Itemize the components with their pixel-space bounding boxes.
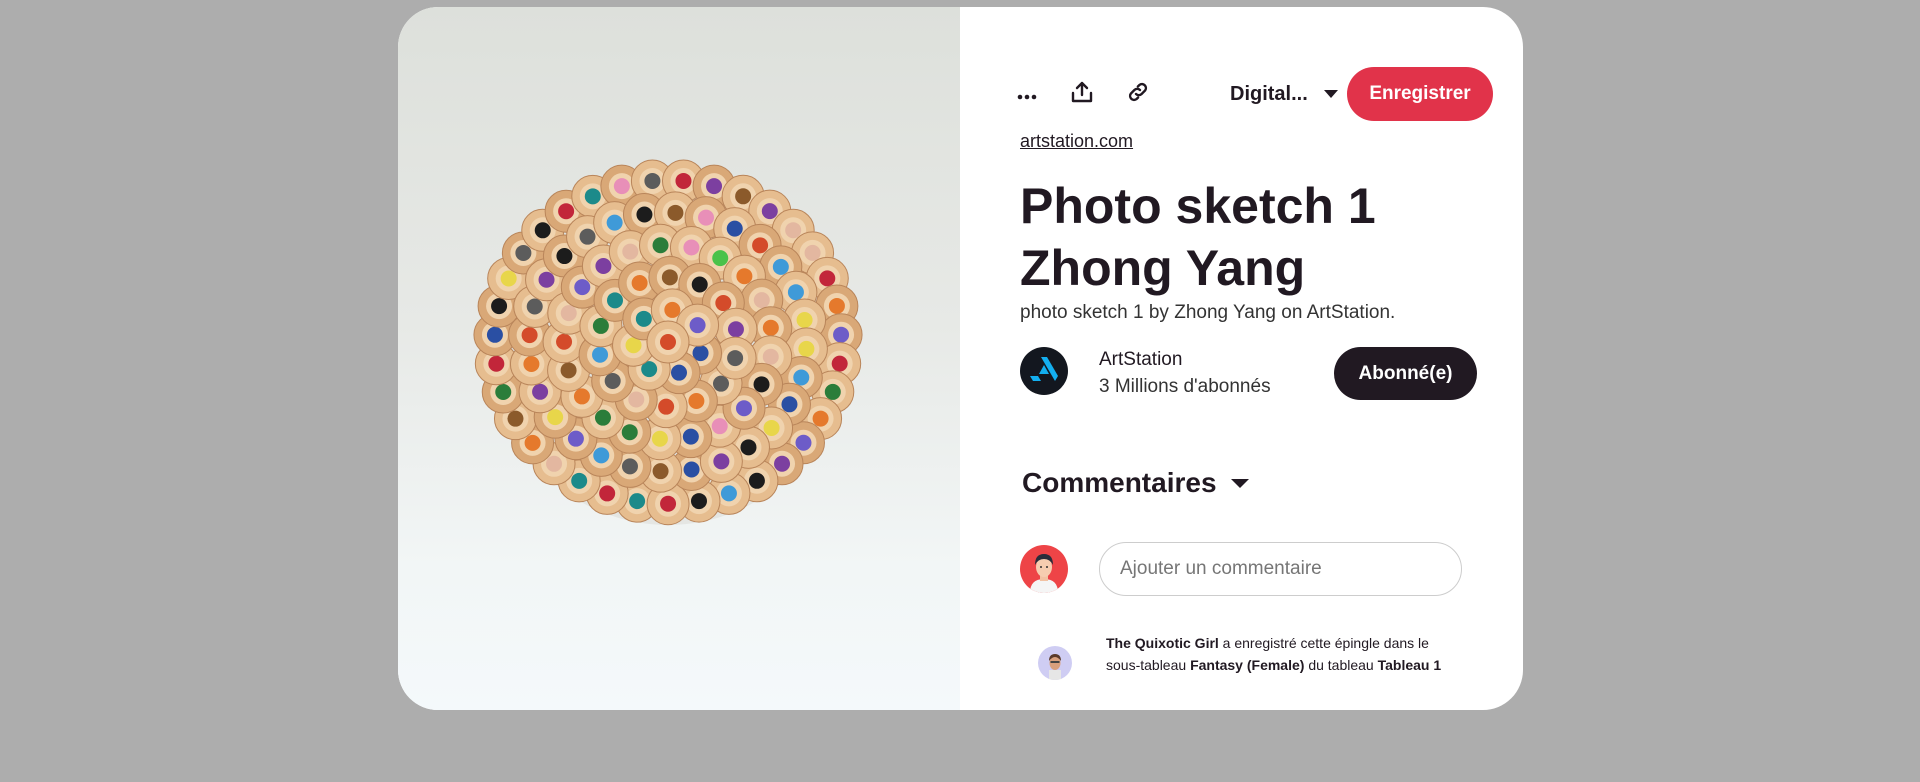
activity-subboard-link[interactable]: Fantasy (Female) xyxy=(1190,657,1304,673)
pin-image[interactable] xyxy=(398,7,960,710)
creator-row: ArtStation 3 Millions d'abonnés Abonné(e… xyxy=(1020,347,1483,400)
copy-link-button[interactable] xyxy=(1114,70,1162,118)
chevron-down-icon xyxy=(1230,478,1249,488)
pencils-photo xyxy=(473,159,863,526)
pin-description: photo sketch 1 by Zhong Yang on ArtStati… xyxy=(1020,302,1396,323)
source-link[interactable]: artstation.com xyxy=(1020,131,1133,152)
creator-followers-count: 3 Millions d'abonnés xyxy=(1099,376,1271,397)
activity-text-part-2: du tableau xyxy=(1304,657,1378,673)
add-comment-row xyxy=(1020,542,1483,596)
artstation-logo-icon xyxy=(1029,356,1059,386)
follow-button[interactable]: Abonné(e) xyxy=(1334,347,1477,400)
avatar[interactable] xyxy=(1038,646,1072,680)
pin-details-panel: Digital... Enregistrer artstation.com Ph… xyxy=(960,7,1523,710)
more-options-button[interactable] xyxy=(1003,70,1051,118)
pencil xyxy=(646,320,690,364)
comments-toggle[interactable]: Commentaires xyxy=(1022,467,1249,499)
chevron-down-icon xyxy=(1323,90,1338,98)
comments-title: Commentaires xyxy=(1022,467,1217,498)
creator-name[interactable]: ArtStation xyxy=(1099,349,1182,371)
user-avatar-icon xyxy=(1049,654,1061,680)
pin-toolbar: Digital... Enregistrer xyxy=(960,67,1523,121)
share-upload-icon xyxy=(1071,81,1093,107)
save-button[interactable]: Enregistrer xyxy=(1347,67,1493,121)
activity-text: The Quixotic Girl a enregistré cette épi… xyxy=(1106,632,1446,676)
pin-closeup-card: Digital... Enregistrer artstation.com Ph… xyxy=(398,7,1523,710)
share-button[interactable] xyxy=(1058,70,1106,118)
more-icon xyxy=(1017,85,1037,104)
pin-title: Photo sketch 1 Zhong Yang xyxy=(1020,178,1376,296)
activity-board-link[interactable]: Tableau 1 xyxy=(1378,657,1442,673)
avatar[interactable] xyxy=(1020,545,1068,593)
activity-user-link[interactable]: The Quixotic Girl xyxy=(1106,635,1219,651)
comment-input[interactable] xyxy=(1099,542,1462,596)
board-select-dropdown[interactable]: Digital... xyxy=(1230,67,1338,121)
creator-avatar[interactable] xyxy=(1020,347,1068,395)
board-select-label: Digital... xyxy=(1230,82,1308,105)
link-icon xyxy=(1126,80,1150,108)
user-avatar-icon xyxy=(1030,554,1058,593)
